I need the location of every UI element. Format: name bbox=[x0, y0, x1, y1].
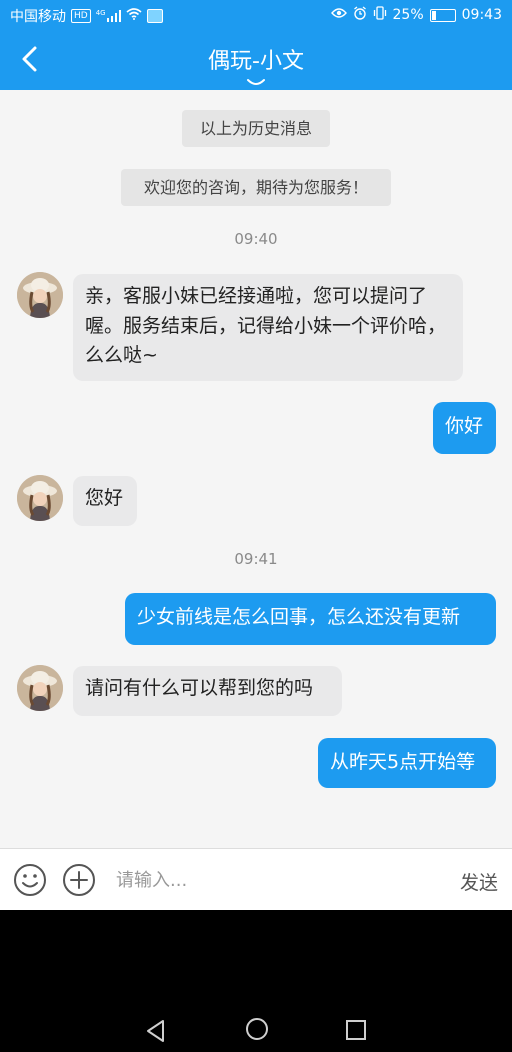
avatar[interactable] bbox=[17, 475, 63, 521]
add-attachment-button[interactable] bbox=[62, 863, 96, 897]
smiley-icon bbox=[14, 864, 46, 896]
history-notice: 以上为历史消息 bbox=[182, 110, 330, 147]
nav-recent-button[interactable] bbox=[344, 1018, 368, 1042]
wifi-icon bbox=[126, 8, 142, 24]
message-bubble-incoming[interactable]: 请问有什么可以帮到您的吗 bbox=[73, 666, 342, 716]
avatar[interactable] bbox=[17, 272, 63, 318]
square-recent-icon bbox=[346, 1020, 366, 1040]
chevron-down-icon[interactable] bbox=[245, 73, 267, 85]
network-type-label: 4G bbox=[95, 9, 106, 17]
message-bubble-incoming[interactable]: 您好 bbox=[73, 476, 137, 526]
signal-icon: 4G bbox=[96, 10, 121, 22]
message-bubble-incoming[interactable]: 亲，客服小妹已经接通啦，您可以提问了喔。服务结束后，记得给小妹一个评价哈，么么哒… bbox=[73, 274, 463, 381]
battery-icon bbox=[429, 8, 456, 22]
triangle-back-icon bbox=[147, 1020, 164, 1042]
battery-percent: 25% bbox=[392, 7, 424, 23]
emoji-button[interactable] bbox=[13, 863, 47, 897]
message-bubble-outgoing[interactable]: 从昨天5点开始等 bbox=[318, 738, 496, 788]
nav-back-button[interactable] bbox=[143, 1018, 169, 1044]
alarm-icon bbox=[353, 6, 367, 24]
circle-home-icon bbox=[246, 1018, 268, 1040]
system-nav-bar bbox=[0, 910, 512, 1052]
message-input[interactable] bbox=[116, 865, 436, 895]
avatar-image bbox=[17, 475, 63, 521]
welcome-notice: 欢迎您的咨询，期待为您服务！ bbox=[121, 169, 391, 206]
message-bubble-outgoing[interactable]: 少女前线是怎么回事，怎么还没有更新 bbox=[125, 593, 496, 645]
vibrate-icon bbox=[373, 6, 387, 24]
send-button[interactable]: 发送 bbox=[460, 868, 498, 895]
carrier-label: 中国移动 bbox=[10, 9, 66, 25]
message-bubble-outgoing[interactable]: 你好 bbox=[433, 402, 496, 454]
avatar-image bbox=[17, 665, 63, 711]
chat-area[interactable]: 以上为历史消息 欢迎您的咨询，期待为您服务！ 09:40 亲，客服小妹已经接通啦… bbox=[0, 90, 512, 848]
eye-icon bbox=[330, 7, 347, 23]
chat-header: 偶玩-小文 bbox=[0, 30, 512, 90]
avatar[interactable] bbox=[17, 665, 63, 711]
plus-icon bbox=[63, 864, 95, 896]
timestamp: 09:40 bbox=[234, 230, 278, 248]
input-bar: 发送 bbox=[0, 848, 512, 911]
timestamp: 09:41 bbox=[234, 550, 278, 568]
app-notification-icon bbox=[146, 9, 163, 23]
nav-home-button[interactable] bbox=[244, 1016, 270, 1042]
hd-icon: HD bbox=[71, 9, 91, 23]
status-bar: 中国移动 HD 4G 25% 09:43 bbox=[0, 0, 512, 30]
avatar-image bbox=[17, 272, 63, 318]
page-title[interactable]: 偶玩-小文 bbox=[0, 43, 512, 75]
status-time: 09:43 bbox=[461, 7, 502, 23]
